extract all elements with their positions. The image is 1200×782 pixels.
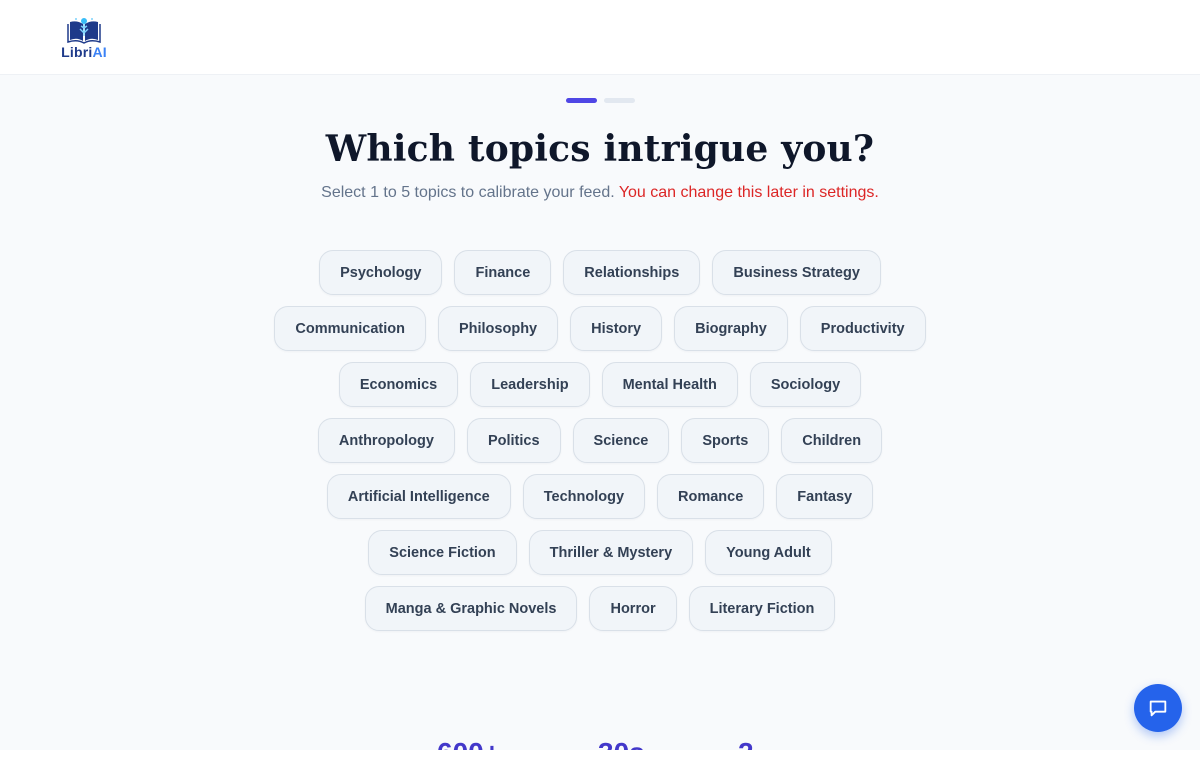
topic-chip-history[interactable]: History xyxy=(570,306,663,351)
topic-chip-mental-health[interactable]: Mental Health xyxy=(601,362,738,407)
topic-chip-leadership[interactable]: Leadership xyxy=(470,362,590,407)
topic-grid: Psychology Finance Relationships Business S… xyxy=(274,250,926,631)
topic-chip-politics[interactable]: Politics xyxy=(466,418,561,463)
brand-logo[interactable]: LibriAI xyxy=(60,16,108,60)
topic-chip-biography[interactable]: Biography xyxy=(674,306,788,351)
topic-chip-science-fiction[interactable]: Science Fiction xyxy=(368,530,517,575)
progress-step-1 xyxy=(566,98,597,103)
stats-strip: 600+ 30s 2 xyxy=(0,735,1200,750)
topic-chip-business-strategy[interactable]: Business Strategy xyxy=(712,250,881,295)
topic-chip-communication[interactable]: Communication xyxy=(274,306,426,351)
topic-chip-philosophy[interactable]: Philosophy xyxy=(437,306,559,351)
topic-chip-artificial-intelligence[interactable]: Artificial Intelligence xyxy=(326,474,511,519)
topic-chip-thriller-and-mystery[interactable]: Thriller & Mystery xyxy=(528,530,694,575)
chat-bubble-icon xyxy=(1149,700,1167,717)
topic-row: Anthropology Politics Science Sports Childre… xyxy=(317,418,883,463)
topic-row: Psychology Finance Relationships Business S… xyxy=(319,250,881,295)
page-subtitle: Select 1 to 5 topics to calibrate your f… xyxy=(0,184,1200,202)
footer-area xyxy=(0,750,1200,782)
topic-chip-sociology[interactable]: Sociology xyxy=(749,362,862,407)
topic-row: Science Fiction Thriller & Mystery Young A… xyxy=(368,530,832,575)
stat-value-3: 2 xyxy=(738,735,754,750)
topic-chip-science[interactable]: Science xyxy=(572,418,670,463)
topic-chip-psychology[interactable]: Psychology xyxy=(319,250,443,295)
topic-row: Economics Leadership Mental Health Sociolog… xyxy=(338,362,862,407)
stat-value-2: 30s xyxy=(598,735,645,750)
topic-chip-young-adult[interactable]: Young Adult xyxy=(705,530,832,575)
topic-chip-economics[interactable]: Economics xyxy=(338,362,459,407)
brand-name-part2: AI xyxy=(92,44,107,60)
topic-chip-anthropology[interactable]: Anthropology xyxy=(317,418,455,463)
subtitle-notice: You can change this later in settings. xyxy=(618,184,879,201)
page-title: Which topics intrigue you? xyxy=(325,128,875,170)
topic-chip-manga-and-graphic-novels[interactable]: Manga & Graphic Novels xyxy=(364,586,578,631)
topic-chip-fantasy[interactable]: Fantasy xyxy=(776,474,874,519)
topic-chip-sports[interactable]: Sports xyxy=(681,418,770,463)
book-icon xyxy=(67,18,101,44)
topic-chip-technology[interactable]: Technology xyxy=(522,474,646,519)
topic-chip-horror[interactable]: Horror xyxy=(589,586,677,631)
brand-name-part1: Libri xyxy=(61,44,93,60)
progress-step-2 xyxy=(604,98,635,103)
chat-button[interactable] xyxy=(1134,684,1182,732)
topic-row: Manga & Graphic Novels Horror Literary Fic… xyxy=(364,586,836,631)
subtitle-instruction: Select 1 to 5 topics to calibrate your f… xyxy=(321,184,615,201)
topic-chip-romance[interactable]: Romance xyxy=(657,474,765,519)
topic-chip-finance[interactable]: Finance xyxy=(454,250,552,295)
stat-value-1: 600+ xyxy=(437,735,500,750)
topic-chip-children[interactable]: Children xyxy=(781,418,883,463)
brand-name: LibriAI xyxy=(61,45,107,59)
topic-chip-literary-fiction[interactable]: Literary Fiction xyxy=(688,586,836,631)
topic-row: Artificial Intelligence Technology Romance… xyxy=(326,474,874,519)
top-header: LibriAI xyxy=(0,0,1200,75)
onboarding-progress xyxy=(566,98,635,103)
topic-chip-relationships[interactable]: Relationships xyxy=(563,250,701,295)
topic-row: Communication Philosophy History Biography P… xyxy=(274,306,926,351)
topic-chip-productivity[interactable]: Productivity xyxy=(799,306,926,351)
